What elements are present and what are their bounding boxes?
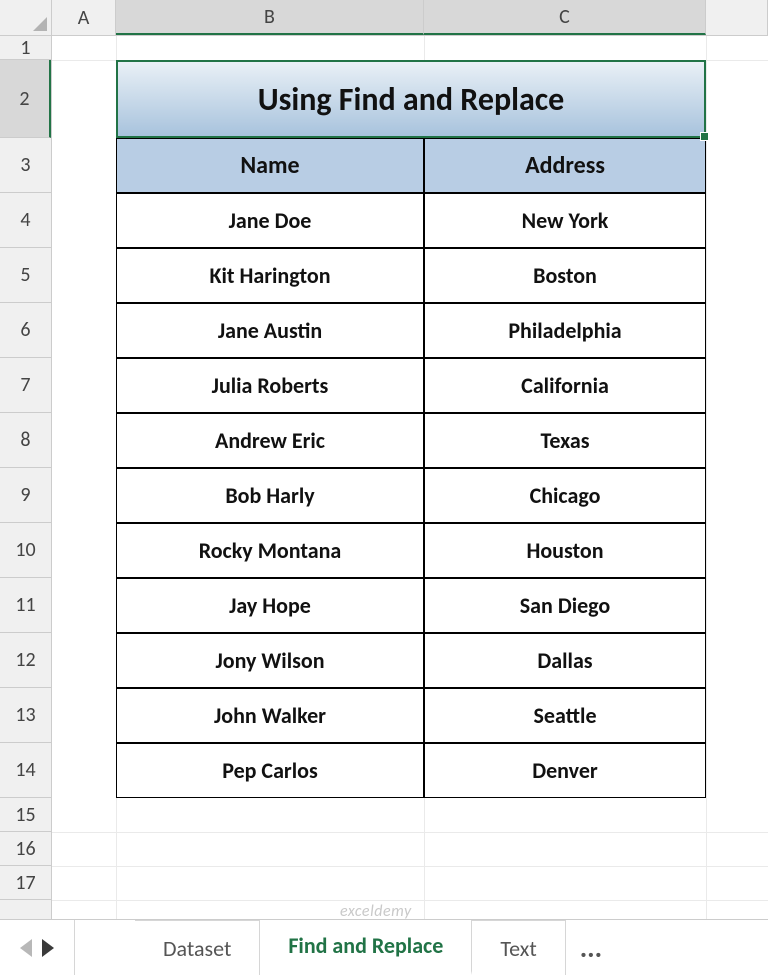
table-row: Rocky Montana Houston [116,523,706,578]
row-header-16[interactable]: 16 [0,832,51,866]
sheet-tab-bar: Dataset Find and Replace Text ... [0,919,768,975]
column-header-row: A B C [52,0,768,36]
sheet-tab-find-and-replace[interactable]: Find and Replace [260,920,472,975]
column-header-C[interactable]: C [424,0,706,35]
cell-name[interactable]: Jony Wilson [116,633,424,688]
gridline [52,866,768,867]
tab-nav-group [0,920,75,975]
gridline [52,900,768,901]
cell-name[interactable]: Pep Carlos [116,743,424,798]
column-header-A[interactable]: A [52,0,116,35]
table-row: Jay Hope San Diego [116,578,706,633]
select-all-triangle[interactable] [0,0,52,36]
cell-name[interactable]: Julia Roberts [116,358,424,413]
cell-name[interactable]: Jane Austin [116,303,424,358]
cell-name[interactable]: Jane Doe [116,193,424,248]
column-header-filler [706,0,768,35]
cell-name[interactable]: Bob Harly [116,468,424,523]
row-header-8[interactable]: 8 [0,413,51,468]
cell-address[interactable]: Texas [424,413,706,468]
cell-name[interactable]: John Walker [116,688,424,743]
table-title-text: Using Find and Replace [258,80,565,119]
header-name[interactable]: Name [116,138,424,193]
gridline [706,36,707,919]
table-title-cell[interactable]: Using Find and Replace [116,60,706,138]
table-row: Julia Roberts California [116,358,706,413]
spreadsheet-grid[interactable]: Using Find and Replace Name Address Jane… [52,36,768,919]
row-header-13[interactable]: 13 [0,688,51,743]
table-row: Andrew Eric Texas [116,413,706,468]
table-row: Bob Harly Chicago [116,468,706,523]
row-header-3[interactable]: 3 [0,138,51,193]
tab-nav-prev-icon[interactable] [20,939,32,957]
row-header-1[interactable]: 1 [0,36,51,60]
row-header-column: 1 2 3 4 5 6 7 8 9 10 11 12 13 14 15 16 1… [0,36,52,919]
sheet-tab-dataset[interactable]: Dataset [135,920,260,975]
table-header-row: Name Address [116,138,706,193]
cell-address[interactable]: Chicago [424,468,706,523]
cell-address[interactable]: Philadelphia [424,303,706,358]
row-header-15[interactable]: 15 [0,798,51,832]
row-header-17[interactable]: 17 [0,866,51,900]
data-table: Using Find and Replace Name Address Jane… [116,60,706,798]
row-header-10[interactable]: 10 [0,523,51,578]
row-header-2[interactable]: 2 [0,60,51,138]
cell-address[interactable]: Boston [424,248,706,303]
column-header-B[interactable]: B [116,0,424,35]
cell-address[interactable]: California [424,358,706,413]
sheet-tab-text[interactable]: Text [472,920,565,975]
selection-fill-handle[interactable] [700,132,709,141]
cell-name[interactable]: Rocky Montana [116,523,424,578]
cell-address[interactable]: Houston [424,523,706,578]
cell-name[interactable]: Andrew Eric [116,413,424,468]
row-header-4[interactable]: 4 [0,193,51,248]
cell-address[interactable]: Denver [424,743,706,798]
cell-name[interactable]: Jay Hope [116,578,424,633]
table-row: Pep Carlos Denver [116,743,706,798]
table-row: Jane Doe New York [116,193,706,248]
cell-address[interactable]: Seattle [424,688,706,743]
table-row: Kit Harington Boston [116,248,706,303]
row-header-7[interactable]: 7 [0,358,51,413]
row-header-9[interactable]: 9 [0,468,51,523]
row-header-11[interactable]: 11 [0,578,51,633]
table-row: Jane Austin Philadelphia [116,303,706,358]
table-row: Jony Wilson Dallas [116,633,706,688]
row-header-12[interactable]: 12 [0,633,51,688]
tab-nav-next-icon[interactable] [42,939,54,957]
tab-gap [75,920,135,975]
row-header-14[interactable]: 14 [0,743,51,798]
cell-address[interactable]: San Diego [424,578,706,633]
cell-address[interactable]: Dallas [424,633,706,688]
cell-name[interactable]: Kit Harington [116,248,424,303]
cell-address[interactable]: New York [424,193,706,248]
table-row: John Walker Seattle [116,688,706,743]
row-header-6[interactable]: 6 [0,303,51,358]
header-address[interactable]: Address [424,138,706,193]
tab-overflow-more[interactable]: ... [566,920,616,975]
gridline [52,832,768,833]
row-header-5[interactable]: 5 [0,248,51,303]
